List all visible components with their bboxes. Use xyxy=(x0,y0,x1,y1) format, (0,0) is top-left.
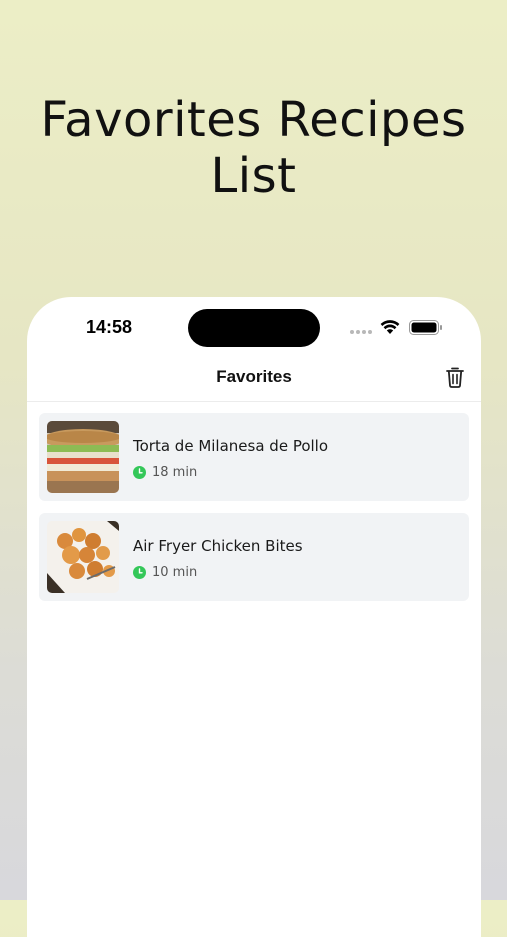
clock-icon xyxy=(133,566,146,579)
dynamic-island xyxy=(188,309,320,347)
navigation-bar: Favorites xyxy=(27,359,481,402)
recipe-title: Air Fryer Chicken Bites xyxy=(133,537,303,555)
status-time: 14:58 xyxy=(86,317,133,337)
promo-headline-line2: List xyxy=(210,148,297,204)
recipe-duration: 10 min xyxy=(133,565,197,580)
sandwich-photo xyxy=(47,421,119,493)
status-bar: 14:58 xyxy=(27,297,481,359)
promo-headline: Favorites Recipes List xyxy=(0,92,507,204)
page-title: Favorites xyxy=(216,367,292,386)
favorites-list: Torta de Milanesa de Pollo 18 min Air Fr… xyxy=(39,413,469,613)
recipe-card[interactable]: Air Fryer Chicken Bites 10 min xyxy=(39,513,469,601)
signal-icon xyxy=(350,330,372,334)
chicken-bites-photo xyxy=(47,521,119,593)
clock-icon xyxy=(133,466,146,479)
recipe-card[interactable]: Torta de Milanesa de Pollo 18 min xyxy=(39,413,469,501)
trash-icon[interactable] xyxy=(445,366,465,388)
phone-screen: 14:58 Favorites Torta de Milanesa de Pol… xyxy=(27,297,481,937)
wifi-icon xyxy=(380,320,400,334)
battery-icon xyxy=(409,320,442,335)
recipe-title: Torta de Milanesa de Pollo xyxy=(133,437,329,455)
recipe-time-label: 18 min xyxy=(152,465,198,480)
recipe-duration: 18 min xyxy=(133,465,197,480)
promo-headline-line1: Favorites Recipes xyxy=(40,92,467,148)
recipe-time-label: 10 min xyxy=(152,565,198,580)
